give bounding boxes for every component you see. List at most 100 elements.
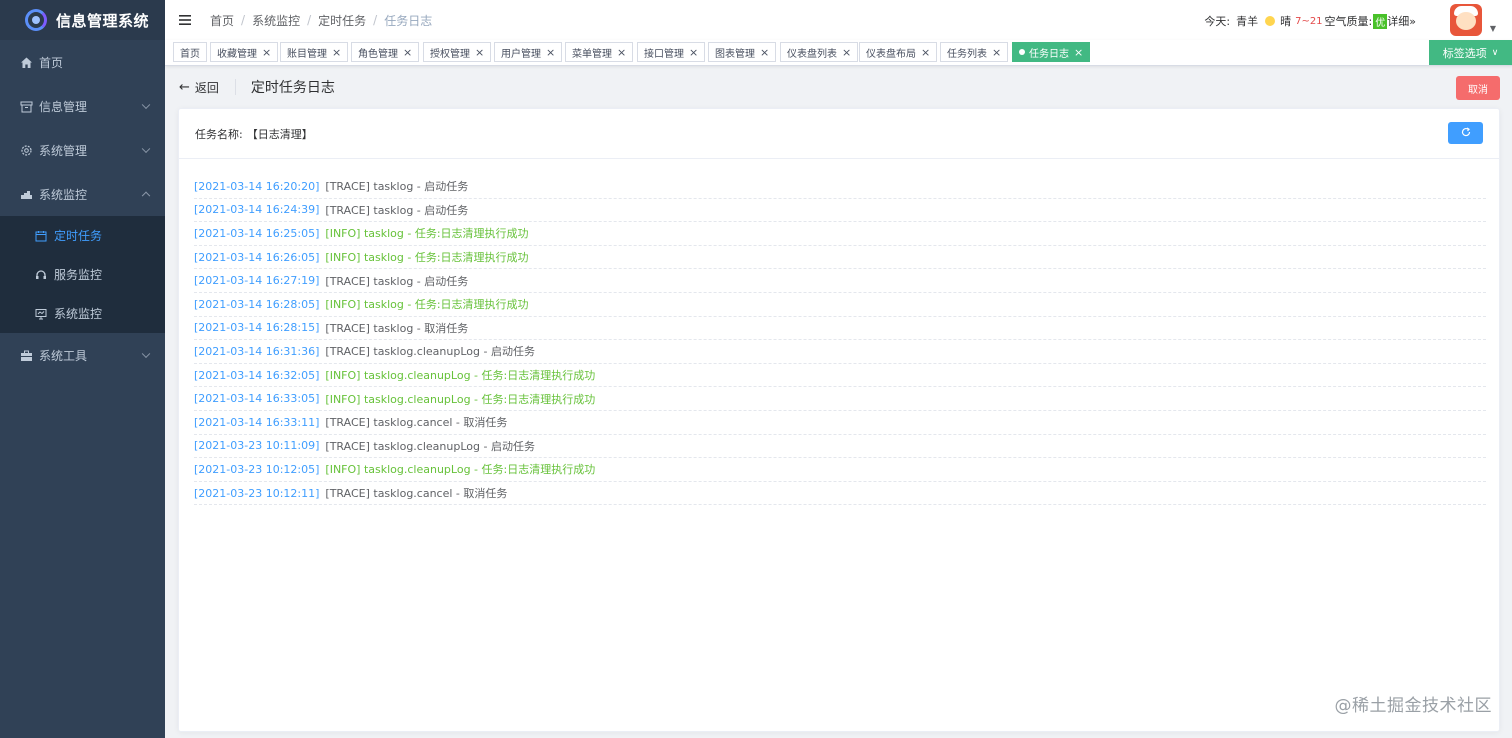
weather-today-label: 今天: — [1204, 15, 1231, 28]
tag-label: 仪表盘列表 — [787, 48, 837, 60]
log-message: [INFO] tasklog.cleanupLog - 任务:日志清理执行成功 — [325, 463, 596, 477]
tag-label: 用户管理 — [501, 48, 541, 60]
app-title: 信息管理系统 — [56, 11, 150, 30]
close-icon[interactable]: × — [992, 46, 1001, 59]
task-log-card: 任务名称: 【日志清理】 [2021-03-14 16:20:20] [TRACE… — [178, 108, 1500, 732]
monitor-submenu: 定时任务 服务监控 系统监控 — [0, 216, 165, 333]
close-icon[interactable]: × — [760, 46, 769, 59]
caret-down-icon[interactable]: ▼ — [1490, 24, 1496, 33]
back-label: 返回 — [194, 80, 219, 95]
log-list: [2021-03-14 16:20:20] [TRACE] tasklog - 启… — [194, 175, 1486, 506]
sidebar-item-info-management[interactable]: 信息管理 — [0, 84, 165, 128]
log-message: [INFO] tasklog - 任务:日志清理执行成功 — [325, 251, 529, 265]
log-timestamp: [2021-03-14 16:27:19] — [194, 274, 320, 288]
log-message: [TRACE] tasklog - 启动任务 — [325, 203, 469, 217]
refresh-button[interactable] — [1448, 122, 1483, 144]
sidebar-item-scheduled-tasks[interactable]: 定时任务 — [0, 216, 165, 255]
sidebar-item-system-tools[interactable]: 系统工具 — [0, 333, 165, 377]
avatar[interactable] — [1450, 4, 1482, 36]
close-icon[interactable]: × — [921, 46, 930, 59]
chevron-down-icon — [141, 144, 151, 154]
weather-detail-link[interactable]: 详细» — [1387, 13, 1416, 29]
close-icon[interactable]: × — [1074, 46, 1083, 59]
tag-menus[interactable]: 菜单管理 × — [565, 42, 634, 62]
breadcrumb-system-monitor[interactable]: 系统监控 — [252, 12, 300, 29]
breadcrumb-current: 任务日志 — [384, 13, 433, 28]
tag-label: 图表管理 — [715, 48, 755, 60]
sidebar-item-label: 系统监控 — [39, 187, 88, 202]
sidebar-item-label: 系统工具 — [39, 348, 88, 363]
breadcrumb-scheduled-tasks[interactable]: 定时任务 — [318, 12, 366, 29]
log-timestamp: [2021-03-23 10:12:05] — [194, 462, 320, 476]
home-icon — [19, 55, 33, 69]
weather-temp: 7~21 — [1295, 15, 1323, 27]
close-icon[interactable]: × — [332, 46, 341, 59]
log-row: [2021-03-14 16:31:36] [TRACE] tasklog.cle… — [194, 340, 1486, 364]
log-timestamp: [2021-03-14 16:31:36] — [194, 344, 320, 358]
log-timestamp: [2021-03-14 16:24:39] — [194, 203, 320, 217]
tag-home[interactable]: 首页 — [173, 42, 207, 62]
cancel-button[interactable]: 取消 — [1456, 76, 1500, 100]
breadcrumb-separator: / — [307, 13, 312, 27]
close-icon[interactable]: × — [475, 46, 484, 59]
log-message: [INFO] tasklog - 任务:日志清理执行成功 — [325, 298, 529, 312]
sidebar-sub-label: 定时任务 — [54, 229, 103, 243]
close-icon[interactable]: × — [689, 46, 698, 59]
log-row: [2021-03-14 16:25:05] [INFO] tasklog - 任务… — [194, 222, 1486, 246]
sidebar-item-home[interactable]: 首页 — [0, 40, 165, 84]
tag-options-label: 标签选项 — [1442, 46, 1487, 60]
refresh-icon — [1461, 126, 1471, 140]
sidebar: 信息管理系统 首页 信息管理 系统管理 系统监控 定时任务 服务监控 系统监控 … — [0, 0, 165, 738]
log-row: [2021-03-14 16:26:05] [INFO] tasklog - 任务… — [194, 246, 1486, 270]
sidebar-item-label: 首页 — [39, 55, 64, 70]
breadcrumb-home[interactable]: 首页 — [210, 12, 234, 29]
tag-authorization[interactable]: 授权管理 × — [423, 42, 492, 62]
tag-task-log[interactable]: 任务日志 × — [1012, 42, 1091, 62]
log-message: [TRACE] tasklog.cleanupLog - 启动任务 — [325, 345, 535, 359]
navbar: 首页 / 系统监控 / 定时任务 / 任务日志 今天: 青羊 晴 7~21 空气… — [165, 0, 1512, 40]
tag-accounts[interactable]: 账目管理 × — [280, 42, 349, 62]
app-logo[interactable]: 信息管理系统 — [0, 0, 165, 40]
tag-charts[interactable]: 图表管理 × — [708, 42, 777, 62]
tag-label: 收藏管理 — [217, 48, 257, 60]
task-name-value: 【日志清理】 — [246, 127, 313, 141]
log-message: [TRACE] tasklog.cancel - 取消任务 — [325, 487, 508, 501]
close-icon[interactable]: × — [842, 46, 851, 59]
sidebar-item-service-monitor[interactable]: 服务监控 — [0, 255, 165, 294]
tag-label: 任务日志 — [1029, 48, 1069, 60]
log-row: [2021-03-14 16:24:39] [TRACE] tasklog - 启… — [194, 199, 1486, 223]
tag-dashboard-list[interactable]: 仪表盘列表 × — [780, 42, 859, 62]
log-row: [2021-03-14 16:20:20] [TRACE] tasklog - 启… — [194, 175, 1486, 199]
tag-label: 首页 — [180, 48, 200, 60]
sidebar-item-system-monitor-sub[interactable]: 系统监控 — [0, 294, 165, 333]
tag-label: 角色管理 — [358, 48, 398, 60]
tag-options-button[interactable]: 标签选项 ∨ — [1429, 40, 1512, 65]
log-message: [TRACE] tasklog.cancel - 取消任务 — [325, 416, 508, 430]
close-icon[interactable]: × — [262, 46, 271, 59]
chevron-down-icon: ∨ — [1491, 47, 1499, 58]
log-row: [2021-03-23 10:12:11] [TRACE] tasklog.can… — [194, 482, 1486, 506]
tag-dashboard-layout[interactable]: 仪表盘布局 × — [859, 42, 938, 62]
back-button[interactable]: ← 返回 — [179, 79, 219, 96]
sidebar-item-label: 系统管理 — [39, 143, 88, 158]
log-message: [INFO] tasklog.cleanupLog - 任务:日志清理执行成功 — [325, 369, 596, 383]
page-title: 定时任务日志 — [250, 80, 335, 96]
sidebar-item-system-management[interactable]: 系统管理 — [0, 128, 165, 172]
tag-roles[interactable]: 角色管理 × — [351, 42, 420, 62]
gear-icon — [19, 143, 33, 157]
log-timestamp: [2021-03-23 10:11:09] — [194, 439, 320, 453]
card-header: 任务名称: 【日志清理】 — [179, 109, 1499, 159]
arrow-left-icon: ← — [179, 79, 190, 95]
tag-task-list[interactable]: 任务列表 × — [940, 42, 1009, 62]
tag-users[interactable]: 用户管理 × — [494, 42, 563, 62]
tag-label: 任务列表 — [947, 48, 987, 60]
log-row: [2021-03-14 16:33:11] [TRACE] tasklog.can… — [194, 411, 1486, 435]
hamburger-menu-icon[interactable] — [165, 0, 205, 40]
tag-favorites[interactable]: 收藏管理 × — [210, 42, 279, 62]
close-icon[interactable]: × — [403, 46, 412, 59]
log-message: [TRACE] tasklog - 启动任务 — [325, 180, 469, 194]
tag-apis[interactable]: 接口管理 × — [637, 42, 706, 62]
close-icon[interactable]: × — [617, 46, 626, 59]
sidebar-item-system-monitor[interactable]: 系统监控 — [0, 172, 165, 216]
close-icon[interactable]: × — [546, 46, 555, 59]
